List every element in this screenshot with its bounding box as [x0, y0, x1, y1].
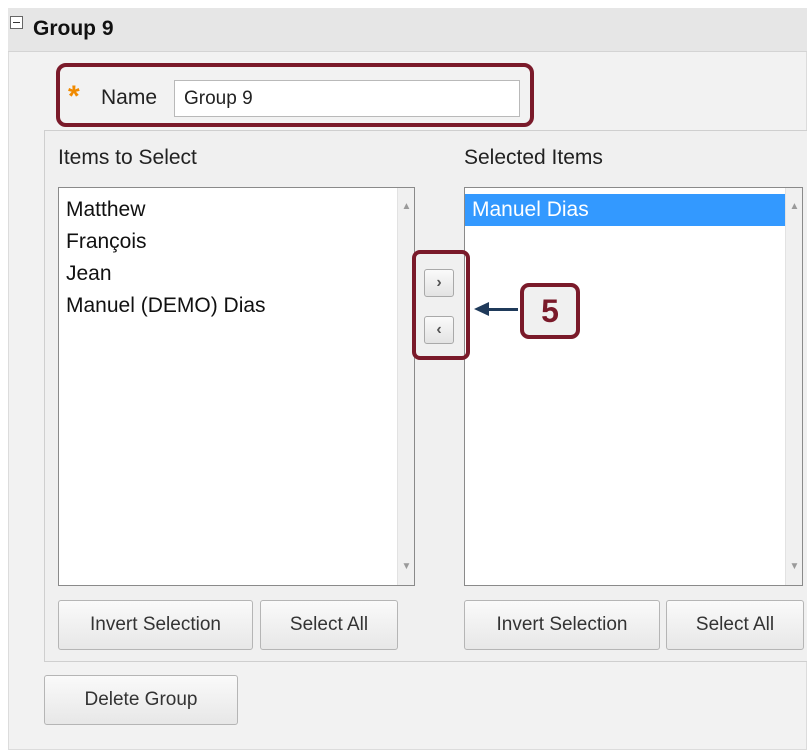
- step-badge: 5: [520, 283, 580, 339]
- scroll-up-arrow-icon[interactable]: ▲: [398, 198, 415, 215]
- list-item[interactable]: Matthew: [59, 194, 397, 226]
- select-all-button-right[interactable]: Select All: [666, 600, 804, 650]
- list-item[interactable]: Jean: [59, 258, 397, 290]
- scrollbar[interactable]: ▲ ▼: [397, 188, 414, 585]
- name-input[interactable]: [174, 80, 520, 117]
- selected-items-title: Selected Items: [464, 146, 603, 169]
- required-star-icon: *: [68, 80, 80, 113]
- select-all-button-left[interactable]: Select All: [260, 600, 398, 650]
- move-left-button[interactable]: ‹: [424, 316, 454, 344]
- name-label: Name: [101, 86, 158, 109]
- list-item[interactable]: Manuel (DEMO) Dias: [59, 290, 397, 322]
- scroll-down-arrow-icon[interactable]: ▼: [786, 558, 803, 575]
- delete-group-button[interactable]: Delete Group: [44, 675, 238, 725]
- invert-selection-button-left[interactable]: Invert Selection: [58, 600, 253, 650]
- invert-selection-button-right[interactable]: Invert Selection: [464, 600, 660, 650]
- list-item[interactable]: François: [59, 226, 397, 258]
- callout-arrow-icon: [474, 302, 489, 316]
- group-title: Group 9: [33, 17, 114, 40]
- move-right-button[interactable]: ›: [424, 269, 454, 297]
- list-item[interactable]: Manuel Dias: [465, 194, 785, 226]
- items-to-select-title: Items to Select: [58, 146, 197, 169]
- collapse-icon[interactable]: [10, 16, 23, 29]
- callout-arrow-line: [488, 308, 518, 311]
- scroll-up-arrow-icon[interactable]: ▲: [786, 198, 803, 215]
- scroll-down-arrow-icon[interactable]: ▼: [398, 558, 415, 575]
- items-to-select-listbox[interactable]: Matthew François Jean Manuel (DEMO) Dias…: [58, 187, 415, 586]
- group-header: [8, 8, 807, 52]
- scrollbar[interactable]: ▲ ▼: [785, 188, 802, 585]
- selected-items-listbox[interactable]: Manuel Dias ▲ ▼: [464, 187, 803, 586]
